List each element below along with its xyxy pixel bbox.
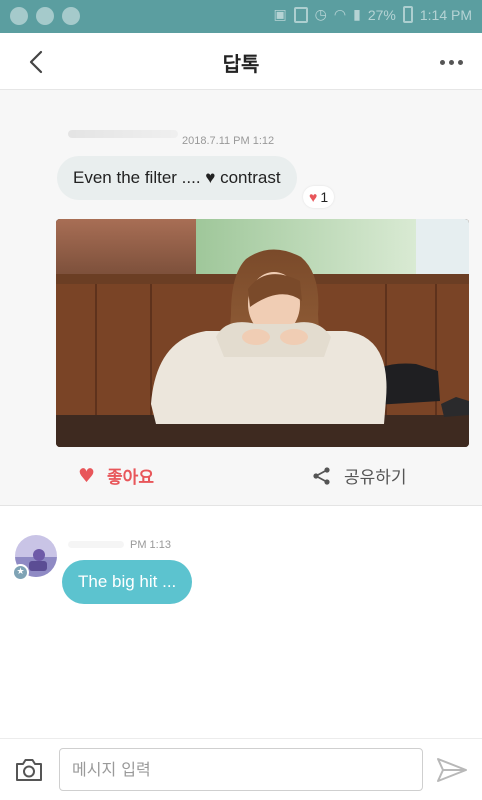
reaction-count: 1 bbox=[320, 189, 329, 205]
like-label: 좋아요 bbox=[107, 468, 154, 488]
status-bar: ▣ ◷ ◠ ▮ 27% 1:14 PM bbox=[0, 0, 482, 33]
share-label: 공유하기 bbox=[344, 468, 407, 488]
signal-icon: ▮ bbox=[353, 6, 361, 22]
message-bubble[interactable]: Even the filter .... ♥ contrast bbox=[57, 156, 297, 200]
message-timestamp: PM 1:13 bbox=[130, 539, 171, 551]
dot-icon bbox=[457, 59, 463, 65]
app-header: 답톡 bbox=[0, 33, 482, 90]
nfc-icon: ▣ bbox=[273, 6, 287, 22]
star-badge-icon: ★ bbox=[12, 564, 29, 581]
gallery-notification-icon bbox=[62, 7, 80, 25]
clock: 1:14 PM bbox=[419, 6, 472, 23]
like-button[interactable]: ♥ 좋아요 bbox=[78, 463, 154, 489]
share-icon bbox=[313, 466, 330, 485]
message-bubble[interactable]: The big hit ... bbox=[62, 560, 193, 604]
wifi-icon: ◠ bbox=[333, 6, 347, 22]
dot-icon bbox=[448, 59, 454, 65]
system-icons: ▣ ◷ ◠ ▮ 27% 1:14 PM bbox=[273, 6, 472, 23]
reaction-badge[interactable]: ♥ 1 bbox=[303, 186, 335, 208]
photo-image bbox=[56, 219, 469, 447]
dot-icon bbox=[439, 59, 445, 65]
more-options-button[interactable] bbox=[436, 47, 466, 77]
message-photo[interactable] bbox=[56, 219, 469, 447]
message-composer bbox=[0, 738, 482, 800]
heart-icon: ♥ bbox=[78, 464, 96, 487]
message-timestamp: 2018.7.11 PM 1:12 bbox=[182, 135, 275, 147]
send-button[interactable] bbox=[435, 755, 469, 785]
sender-name-redacted bbox=[68, 130, 178, 138]
camera-button[interactable] bbox=[14, 756, 44, 784]
page-title: 답톡 bbox=[222, 52, 260, 76]
alarm-icon: ◷ bbox=[314, 6, 327, 22]
message-input[interactable] bbox=[59, 748, 423, 791]
message-thread: 2018.7.11 PM 1:12 Even the filter .... ♥… bbox=[0, 90, 482, 506]
camera-icon bbox=[16, 759, 42, 781]
battery-percent: 27% bbox=[367, 6, 396, 23]
chat-notification-icon bbox=[36, 7, 54, 25]
sender-name-redacted bbox=[68, 541, 124, 548]
heart-icon: ♥ bbox=[309, 189, 318, 205]
battery-icon bbox=[402, 6, 413, 23]
app-notification-icon bbox=[10, 7, 28, 25]
share-button[interactable]: 공유하기 bbox=[312, 463, 407, 488]
vibrate-icon bbox=[293, 6, 308, 23]
notification-icons bbox=[10, 7, 80, 25]
send-icon bbox=[437, 758, 467, 782]
